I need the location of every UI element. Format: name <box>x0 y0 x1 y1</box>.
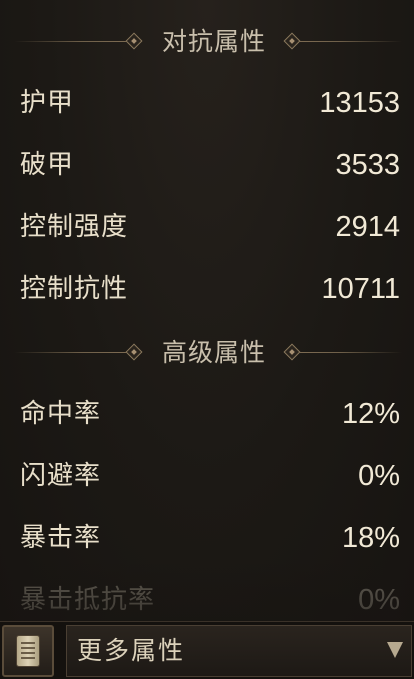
divider-line <box>14 352 126 353</box>
stat-row-control-strength: 控制强度 2914 <box>0 196 414 258</box>
stat-label: 控制强度 <box>20 212 129 242</box>
diamond-ornament-icon <box>283 343 301 361</box>
section-title: 对抗属性 <box>161 27 266 56</box>
stat-value: 0% <box>358 584 400 616</box>
stat-row-dodge-rate: 闪避率 0% <box>0 445 414 507</box>
stat-label: 命中率 <box>20 399 102 429</box>
stat-value: 0% <box>358 460 400 492</box>
diamond-ornament-icon <box>125 343 143 361</box>
stat-label: 暴击率 <box>20 523 102 553</box>
more-attributes-dropdown[interactable]: 更多属性 <box>66 625 412 677</box>
dropdown-label: 更多属性 <box>77 636 186 665</box>
stat-label: 护甲 <box>20 88 75 118</box>
stat-row-hit-rate: 命中率 12% <box>0 383 414 445</box>
divider-line <box>14 41 126 42</box>
diamond-ornament-icon <box>125 32 143 50</box>
stat-label: 控制抗性 <box>20 274 129 304</box>
diamond-ornament-icon <box>283 32 301 50</box>
bottom-bar: 更多属性 <box>0 621 414 679</box>
stat-row-control-resistance: 控制抗性 10711 <box>0 258 414 320</box>
stat-label: 闪避率 <box>20 461 102 491</box>
divider-line <box>300 41 402 42</box>
divider-line <box>300 352 402 353</box>
stat-value: 3533 <box>335 149 400 181</box>
section-title: 高级属性 <box>161 338 266 367</box>
stat-value: 13153 <box>319 87 400 119</box>
chevron-down-icon <box>387 642 403 658</box>
stat-row-crit-rate: 暴击率 18% <box>0 507 414 569</box>
stat-value: 10711 <box>321 273 401 305</box>
section-header-resistance: 对抗属性 <box>0 22 414 62</box>
section-header-advanced: 高级属性 <box>0 333 414 373</box>
stat-value: 12% <box>341 398 400 430</box>
stat-row-armor-break: 破甲 3533 <box>0 134 414 196</box>
stat-row-armor: 护甲 13153 <box>0 72 414 134</box>
stat-value: 18% <box>341 522 400 554</box>
stat-label: 暴击抵抗率 <box>20 585 156 615</box>
attribute-book-button[interactable] <box>2 625 54 677</box>
stat-value: 2914 <box>335 211 400 243</box>
stat-row-crit-resist-rate: 暴击抵抗率 0% <box>0 569 414 625</box>
attributes-panel[interactable]: 对抗属性 护甲 13153 破甲 3533 控制强度 2914 控制抗性 107… <box>0 0 414 625</box>
stat-label: 破甲 <box>20 150 75 180</box>
scroll-icon <box>17 636 39 666</box>
